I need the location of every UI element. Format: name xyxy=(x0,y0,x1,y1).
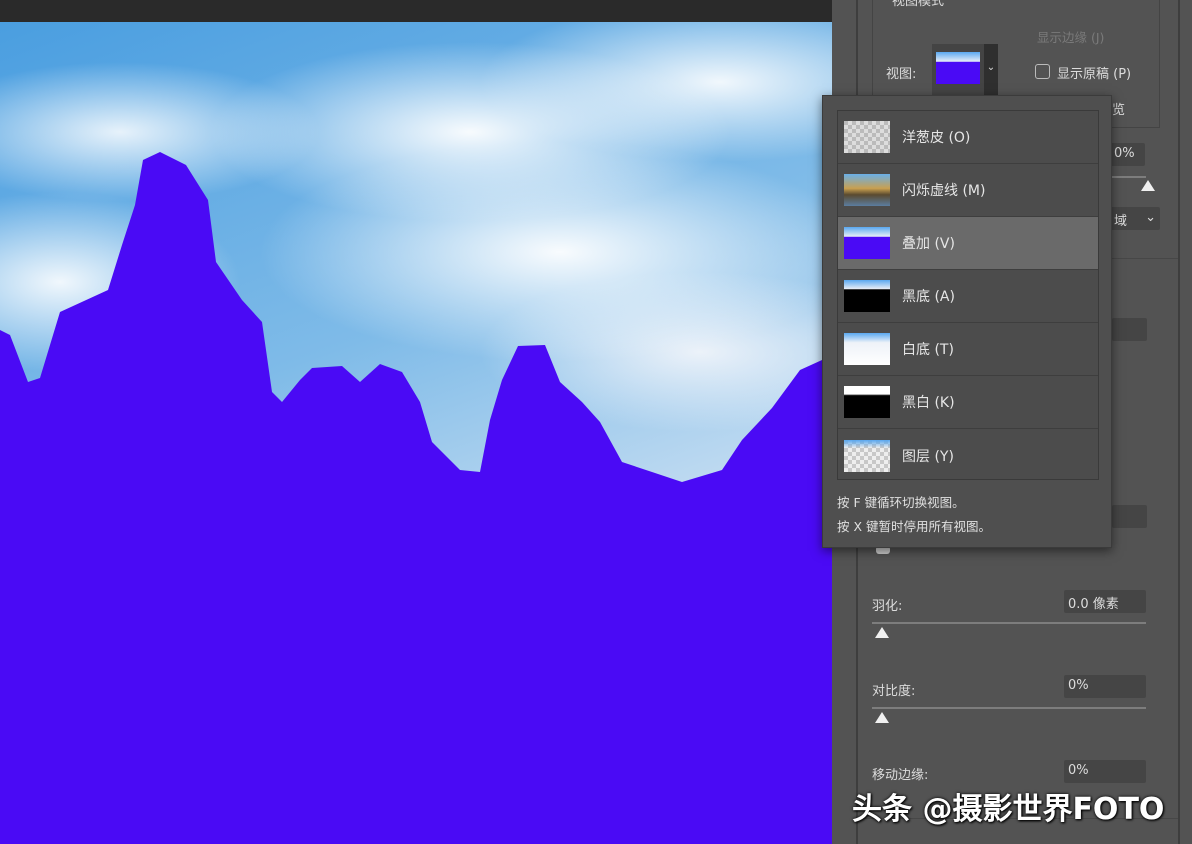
shift-edge-field[interactable]: 0% xyxy=(1064,760,1146,783)
contrast-field[interactable]: 0% xyxy=(1064,675,1146,698)
chevron-down-icon[interactable]: ⌄ xyxy=(984,44,998,95)
menu-item-label: 黑白 (K) xyxy=(902,395,955,411)
onion-skin-thumb xyxy=(844,121,890,153)
watermark: 头条 @摄影世界FOTO xyxy=(852,792,1165,827)
menu-item-label: 闪烁虚线 (M) xyxy=(902,183,986,199)
menu-item-black-white[interactable]: 黑白 (K) xyxy=(838,376,1098,429)
menu-item-label: 白底 (T) xyxy=(902,342,954,358)
section-title: 视图模式 xyxy=(892,0,945,9)
menu-item-onion-skin[interactable]: 洋葱皮 (O) xyxy=(838,111,1098,164)
menu-item-overlay[interactable]: 叠加 (V) xyxy=(838,217,1098,270)
hq-preview-label: 览 xyxy=(1112,103,1126,118)
menu-item-on-layers[interactable]: 图层 (Y) xyxy=(838,429,1098,482)
on-black-thumb xyxy=(844,280,890,312)
feather-slider-thumb[interactable] xyxy=(875,627,889,638)
menu-item-label: 洋葱皮 (O) xyxy=(902,130,971,146)
marching-ants-thumb xyxy=(844,174,890,206)
view-thumbnail[interactable] xyxy=(932,44,984,95)
hint-cycle-views: 按 F 键循环切换视图。 xyxy=(837,495,965,510)
opacity-field[interactable]: 0% xyxy=(1110,143,1145,166)
image-canvas[interactable] xyxy=(0,22,832,844)
menu-item-label: 叠加 (V) xyxy=(902,236,955,252)
on-white-thumb xyxy=(844,333,890,365)
feather-slider[interactable] xyxy=(872,622,1146,624)
contrast-slider[interactable] xyxy=(872,707,1146,709)
menu-item-on-white[interactable]: 白底 (T) xyxy=(838,323,1098,376)
select-text: 域 xyxy=(1114,214,1128,229)
view-select[interactable]: 域 ⌄ xyxy=(1110,207,1160,230)
show-edge-option: 显示边缘 (J) xyxy=(1037,30,1105,45)
shift-edge-label: 移动边缘: xyxy=(872,768,929,783)
menu-item-on-black[interactable]: 黑底 (A) xyxy=(838,270,1098,323)
smooth-field[interactable] xyxy=(1112,505,1147,528)
overlay-mask xyxy=(0,152,832,844)
overlay-thumb xyxy=(844,227,890,259)
document-tab-bar xyxy=(0,0,832,22)
radius-field[interactable] xyxy=(1112,318,1147,341)
feather-field[interactable]: 0.0 像素 xyxy=(1064,590,1146,613)
contrast-slider-thumb[interactable] xyxy=(875,712,889,723)
opacity-slider-thumb[interactable] xyxy=(1141,180,1155,191)
view-mode-dropdown: 洋葱皮 (O) 闪烁虚线 (M) 叠加 (V) 黑底 (A) 白底 (T) 黑白… xyxy=(822,95,1112,548)
view-label: 视图: xyxy=(886,67,917,82)
chevron-down-icon: ⌄ xyxy=(1145,210,1156,225)
contrast-label: 对比度: xyxy=(872,684,916,699)
black-white-thumb xyxy=(844,386,890,418)
menu-item-label: 图层 (Y) xyxy=(902,448,954,465)
feather-label: 羽化: xyxy=(872,599,903,614)
menu-item-marching-ants[interactable]: 闪烁虚线 (M) xyxy=(838,164,1098,217)
show-original-checkbox[interactable] xyxy=(1035,64,1050,79)
show-original-label: 显示原稿 (P) xyxy=(1057,67,1132,82)
hint-disable-views: 按 X 键暂时停用所有视图。 xyxy=(837,519,992,534)
on-layers-thumb xyxy=(844,439,890,472)
menu-item-label: 黑底 (A) xyxy=(902,289,955,305)
